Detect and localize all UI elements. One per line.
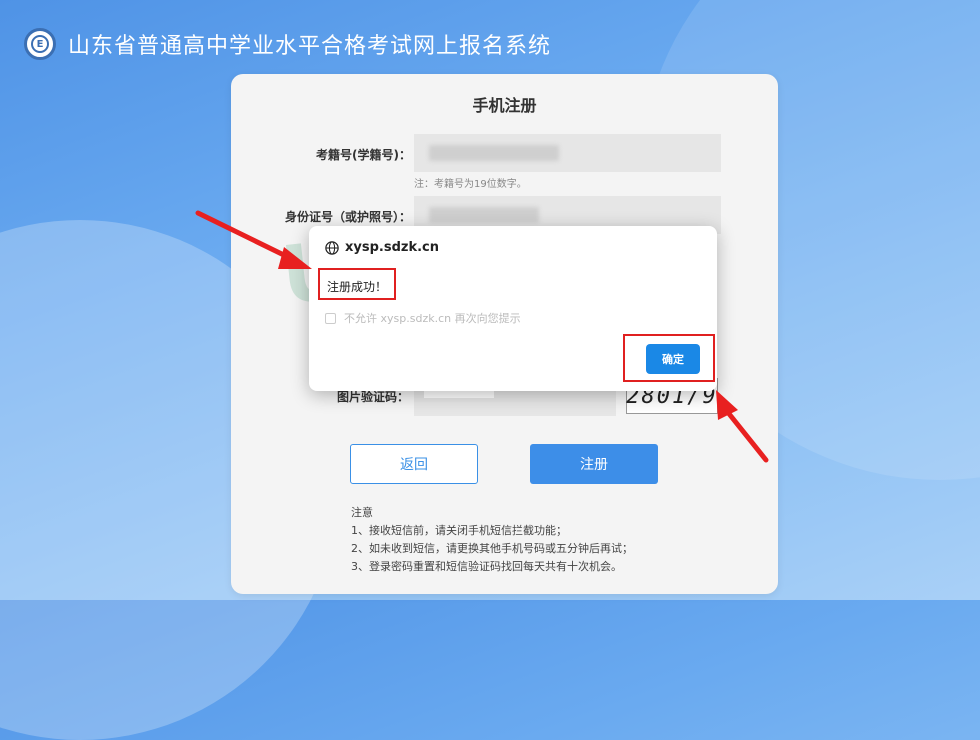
id-number-label: 身份证号（或护照号）： <box>284 210 411 224</box>
globe-icon <box>325 240 339 255</box>
notes-section: 注意 1、接收短信前，请关闭手机短信拦截功能； 2、如未收到短信，请更换其他手机… <box>351 504 633 576</box>
exam-no-hint: 注：考籍号为19位数字。 <box>414 179 527 190</box>
dialog-origin-text: xysp.sdzk.cn <box>345 240 439 255</box>
note-item: 2、如未收到短信，请更换其他手机号码或五分钟后再试； <box>351 542 633 555</box>
redacted-value <box>429 207 539 223</box>
dialog-origin: xysp.sdzk.cn <box>325 240 439 255</box>
form-title: 手机注册 <box>472 96 537 115</box>
ok-highlight-box <box>623 334 715 382</box>
note-item: 1、接收短信前，请关闭手机短信拦截功能； <box>351 524 567 537</box>
exam-no-input[interactable] <box>414 134 721 172</box>
suppress-label: 不允许 xysp.sdzk.cn 再次向您提示 <box>344 312 521 325</box>
suppress-checkbox[interactable] <box>325 312 336 324</box>
back-button[interactable]: 返回 <box>350 444 478 484</box>
exam-no-label: 考籍号(学籍号)： <box>316 148 411 162</box>
notes-heading: 注意 <box>351 506 373 519</box>
note-item: 3、登录密码重置和短信验证码找回每天共有十次机会。 <box>351 560 622 573</box>
alert-dialog: xysp.sdzk.cn 注册成功！ 不允许 xysp.sdzk.cn 再次向您… <box>309 226 717 391</box>
site-logo-icon: E <box>24 28 56 60</box>
register-button[interactable]: 注册 <box>530 444 658 484</box>
message-highlight-box <box>318 268 396 300</box>
page-header: E 山东省普通高中学业水平合格考试网上报名系统 <box>24 26 551 62</box>
suppress-checkbox-row[interactable]: 不允许 xysp.sdzk.cn 再次向您提示 <box>325 310 521 326</box>
logo-letter: E <box>31 35 49 53</box>
site-title: 山东省普通高中学业水平合格考试网上报名系统 <box>68 34 552 59</box>
redacted-value <box>429 145 559 161</box>
